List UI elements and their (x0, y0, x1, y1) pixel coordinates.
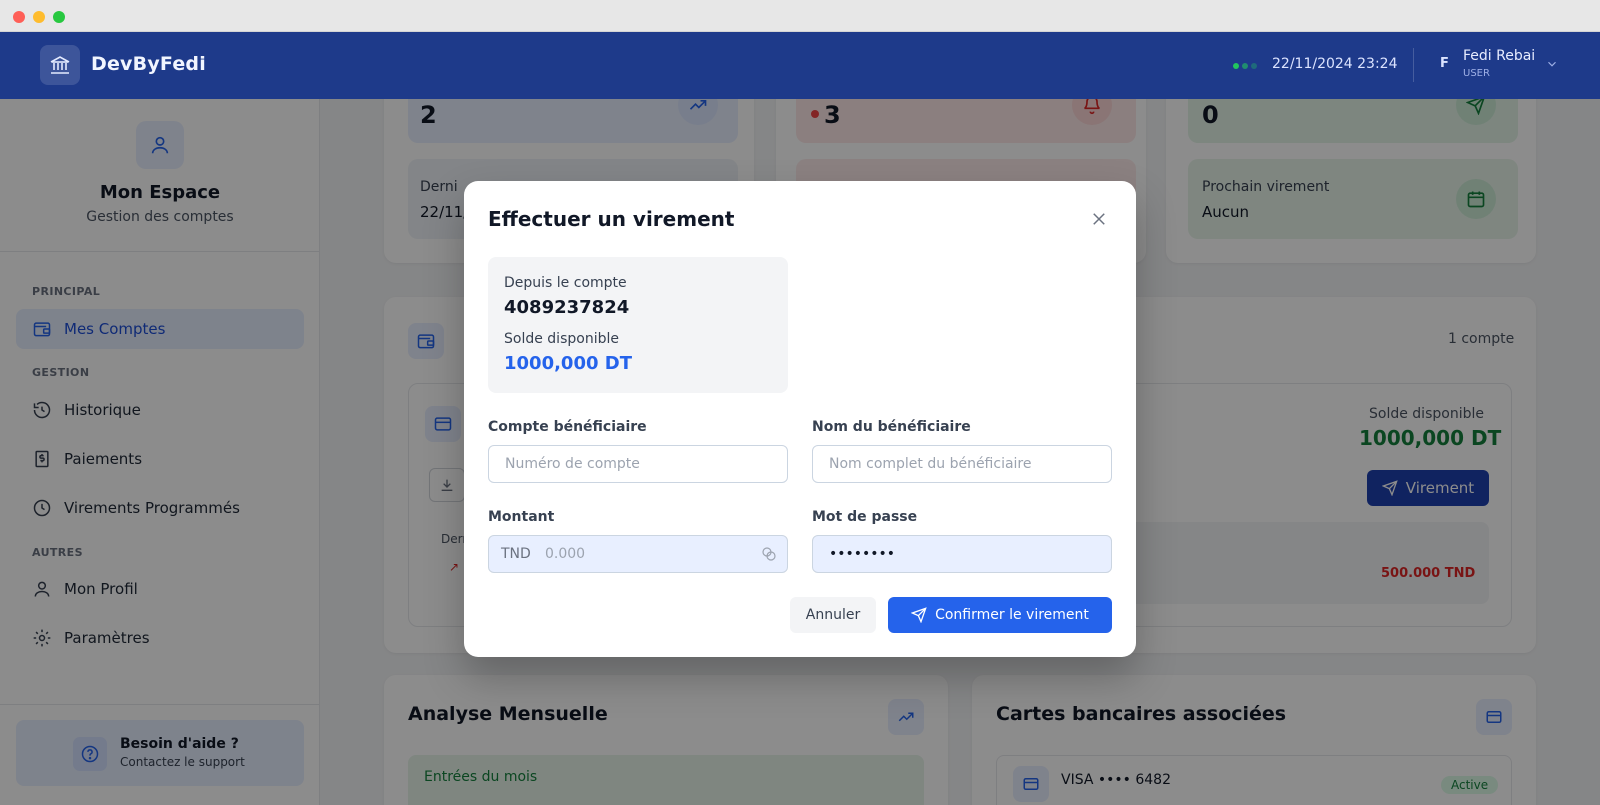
amount-label: Montant (488, 509, 555, 525)
header-divider (1413, 48, 1414, 82)
confirm-transfer-button[interactable]: Confirmer le virement (888, 597, 1112, 633)
live-status-indicator (1233, 63, 1257, 69)
window-minimize-button[interactable] (33, 11, 45, 23)
beneficiary-name-label: Nom du bénéficiaire (812, 419, 971, 435)
send-icon (911, 607, 927, 623)
window-maximize-button[interactable] (53, 11, 65, 23)
amount-input[interactable] (537, 536, 737, 572)
source-account-box: Depuis le compte 4089237824 Solde dispon… (488, 257, 788, 393)
modal-title: Effectuer un virement (488, 207, 735, 231)
amount-currency: TND (501, 546, 531, 562)
app-header: DevByFedi 22/11/2024 23:24 F Fedi Rebai … (0, 32, 1600, 99)
window-close-button[interactable] (13, 11, 25, 23)
password-label: Mot de passe (812, 509, 918, 525)
cancel-button[interactable]: Annuler (790, 597, 876, 633)
user-name[interactable]: Fedi Rebai (1463, 48, 1535, 64)
user-avatar[interactable]: F (1440, 56, 1449, 71)
source-account-label: Depuis le compte (504, 275, 627, 291)
password-input[interactable] (812, 535, 1112, 573)
confirm-button-label: Confirmer le virement (935, 607, 1089, 623)
chevron-down-icon[interactable] (1545, 56, 1559, 75)
brand-name[interactable]: DevByFedi (91, 53, 206, 75)
coins-icon (761, 546, 777, 566)
beneficiary-account-input[interactable] (488, 445, 788, 483)
user-role: USER (1463, 68, 1490, 79)
available-balance-value: 1000,000 DT (504, 353, 632, 374)
close-icon[interactable] (1090, 210, 1108, 228)
window-titlebar (0, 0, 1600, 32)
transfer-modal: Effectuer un virement Depuis le compte 4… (464, 181, 1136, 657)
current-datetime: 22/11/2024 23:24 (1272, 56, 1398, 72)
amount-field[interactable]: TND (488, 535, 788, 573)
beneficiary-account-label: Compte bénéficiaire (488, 419, 647, 435)
beneficiary-name-input[interactable] (812, 445, 1112, 483)
bank-logo-icon[interactable] (40, 45, 80, 85)
source-account-number: 4089237824 (504, 297, 630, 318)
available-balance-label: Solde disponible (504, 331, 619, 347)
